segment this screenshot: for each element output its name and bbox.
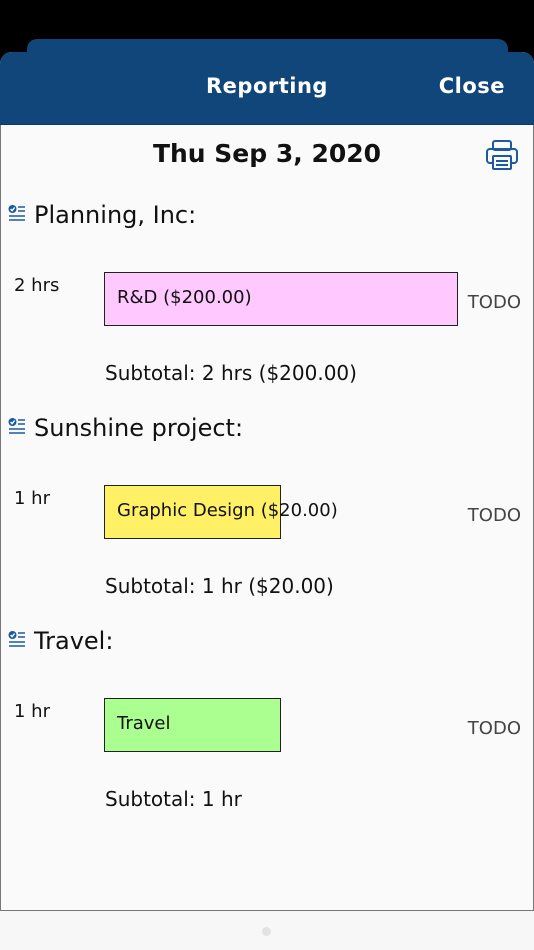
checklist-icon: [8, 631, 25, 647]
todo-label[interactable]: TODO: [468, 292, 521, 313]
checklist-icon: [8, 205, 25, 221]
nav-bar: Reporting Close: [0, 52, 534, 126]
todo-label[interactable]: TODO: [468, 505, 521, 526]
hours-label: 2 hrs: [14, 275, 60, 296]
reporting-modal: Reporting Close Thu Sep 3, 2020 Planning…: [0, 52, 534, 950]
task-label: Travel: [117, 713, 171, 734]
section-name: Sunshine project:: [34, 414, 244, 442]
section-name: Travel:: [34, 627, 114, 655]
hours-label: 1 hr: [14, 488, 50, 509]
report-date: Thu Sep 3, 2020: [152, 139, 382, 168]
checklist-icon: [8, 418, 25, 434]
section-name: Planning, Inc:: [34, 201, 197, 229]
task-label: Graphic Design ($20.00): [117, 500, 338, 521]
task-bar-rnd[interactable]: R&D ($200.00): [104, 272, 458, 326]
task-label: R&D ($200.00): [117, 287, 252, 308]
task-bar-travel[interactable]: Travel: [104, 698, 281, 752]
report-content: Thu Sep 3, 2020 Planning, Inc: 2 hrs R&D…: [0, 125, 534, 911]
task-bar-graphic-design[interactable]: Graphic Design ($20.00): [104, 485, 338, 539]
printer-icon[interactable]: [485, 138, 519, 172]
home-indicator: [262, 927, 271, 936]
subtotal-text: Subtotal: 1 hr ($20.00): [105, 574, 334, 598]
subtotal-text: Subtotal: 2 hrs ($200.00): [105, 361, 357, 385]
todo-label[interactable]: TODO: [468, 718, 521, 739]
subtotal-text: Subtotal: 1 hr: [105, 787, 242, 811]
hours-label: 1 hr: [14, 701, 50, 722]
close-button[interactable]: Close: [439, 74, 505, 98]
